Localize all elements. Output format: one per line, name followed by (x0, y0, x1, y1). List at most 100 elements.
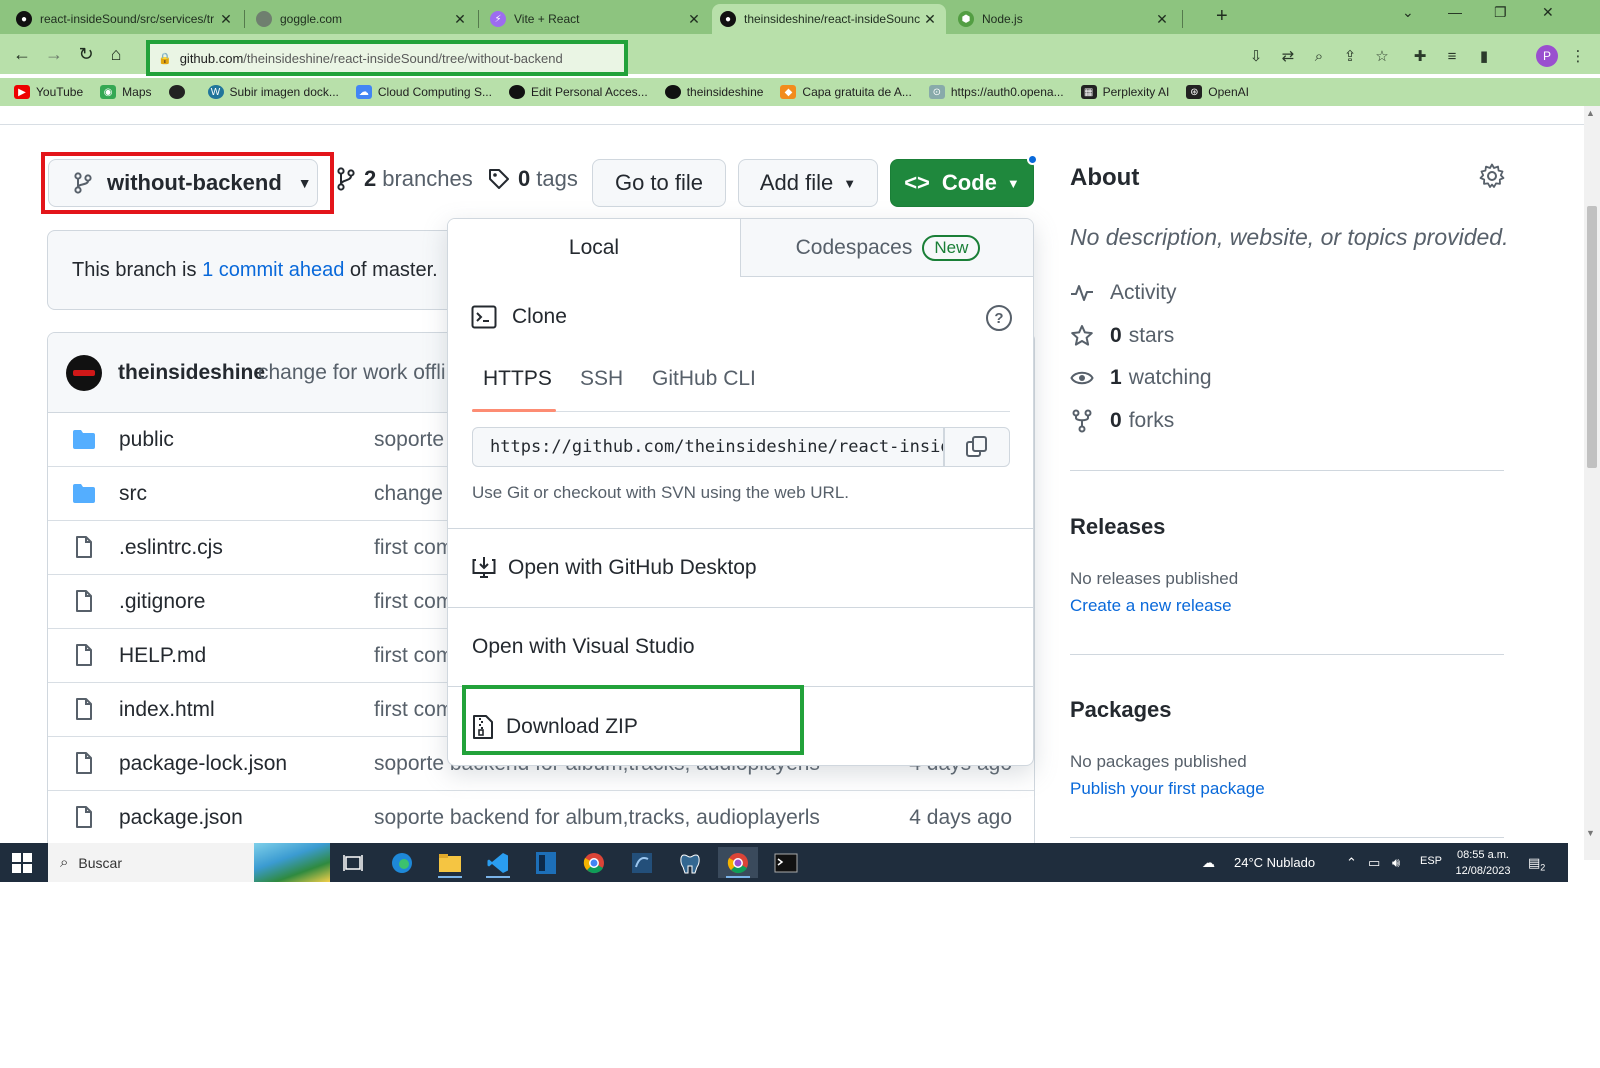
forward-icon[interactable]: → (42, 42, 66, 66)
task-view-icon[interactable] (333, 847, 373, 878)
bookmark-perplexity[interactable]: ▦ Perplexity AI (1080, 85, 1169, 99)
go-to-file-button[interactable]: Go to file (592, 159, 726, 207)
file-name[interactable]: public (119, 428, 174, 452)
close-tab-icon[interactable]: ✕ (452, 11, 468, 28)
weather-icon[interactable]: ☁ (1202, 855, 1215, 871)
restore-icon[interactable]: ❐ (1494, 4, 1507, 21)
tray-chevron-icon[interactable]: ⌃ (1346, 855, 1357, 871)
file-commit-message[interactable]: soporte (374, 428, 444, 452)
taskbar-search[interactable]: ⌕ Buscar (48, 843, 330, 882)
commit-message[interactable]: change for work offli (258, 361, 446, 385)
file-name[interactable]: src (119, 482, 147, 506)
create-release-link[interactable]: Create a new release (1070, 596, 1232, 616)
open-visual-studio-item[interactable]: Open with Visual Studio (472, 635, 695, 659)
browser-tab[interactable]: ⚡ Vite + React ✕ (482, 4, 710, 34)
tab-ssh[interactable]: SSH (580, 367, 623, 391)
media-icon[interactable]: ≡ (1440, 44, 1464, 68)
bookmark-youtube[interactable]: ▶ YouTube (14, 85, 83, 99)
chrome-profile-icon[interactable] (718, 847, 758, 878)
bookmark-wordpress[interactable]: W Subir imagen dock... (207, 85, 339, 99)
commit-ahead-link[interactable]: 1 commit ahead (202, 259, 344, 281)
close-tab-icon[interactable]: ✕ (1154, 11, 1170, 28)
weather-text[interactable]: 24°C Nublado (1234, 855, 1315, 870)
forks-link[interactable]: 0 forks (1070, 409, 1174, 433)
file-explorer-icon[interactable] (430, 847, 470, 878)
new-tab-icon[interactable]: + (1216, 5, 1228, 28)
bookmark-cloud[interactable]: ☁ Cloud Computing S... (355, 85, 492, 99)
close-window-icon[interactable]: ✕ (1542, 4, 1554, 21)
minimize-icon[interactable]: — (1448, 4, 1462, 20)
bookmark-star-icon[interactable]: ☆ (1370, 44, 1394, 68)
branches-link[interactable]: 2 branches (336, 166, 473, 192)
share-icon[interactable]: ⇪ (1338, 44, 1362, 68)
stars-link[interactable]: 0 stars (1070, 324, 1174, 348)
code-button[interactable]: <> Code ▼ (890, 159, 1034, 207)
file-row[interactable]: package.json soporte backend for album,tr… (48, 791, 1034, 845)
question-icon[interactable]: ? (986, 305, 1012, 331)
open-github-desktop-item[interactable]: Open with GitHub Desktop (472, 555, 757, 581)
home-icon[interactable]: ⌂ (104, 42, 128, 66)
packages-title[interactable]: Packages (1070, 697, 1172, 723)
file-name[interactable]: package-lock.json (119, 752, 287, 776)
gear-icon[interactable] (1479, 163, 1505, 189)
side-panel-icon[interactable]: ▮ (1472, 44, 1496, 68)
releases-title[interactable]: Releases (1070, 514, 1165, 540)
terminal-icon[interactable] (766, 847, 806, 878)
add-file-button[interactable]: Add file ▼ (738, 159, 878, 207)
clone-url-input[interactable]: https://github.com/theinsideshine/react-… (472, 427, 944, 467)
tags-link[interactable]: 0 tags (488, 166, 578, 192)
file-commit-message[interactable]: change (374, 482, 443, 506)
profile-avatar[interactable]: P (1536, 45, 1558, 67)
file-commit-message[interactable]: first com (374, 590, 453, 614)
clock[interactable]: 08:55 a.m. 12/08/2023 (1448, 847, 1518, 879)
file-name[interactable]: HELP.md (119, 644, 206, 668)
tab-search-icon[interactable]: ⌄ (1402, 4, 1414, 21)
close-tab-icon[interactable]: ✕ (686, 11, 702, 28)
zoom-icon[interactable]: ⌕ (1307, 44, 1331, 68)
bookmark-theinsideshine[interactable]: theinsideshine (664, 85, 763, 99)
bookmark-maps[interactable]: ◉ Maps (100, 85, 152, 99)
bookmark-auth0[interactable]: ⊙ https://auth0.opena... (928, 85, 1064, 99)
bookmark-aws[interactable]: ◆ Capa gratuita de A... (780, 85, 912, 99)
scrollbar-thumb[interactable] (1587, 206, 1597, 468)
file-name[interactable]: .gitignore (119, 590, 205, 614)
close-tab-icon[interactable]: ✕ (922, 11, 938, 28)
file-name[interactable]: index.html (119, 698, 215, 722)
commit-author[interactable]: theinsideshine (118, 361, 265, 385)
watching-link[interactable]: 1 watching (1070, 366, 1212, 390)
close-tab-icon[interactable]: ✕ (218, 11, 234, 28)
publish-package-link[interactable]: Publish your first package (1070, 779, 1265, 799)
file-commit-message[interactable]: first com (374, 644, 453, 668)
reload-icon[interactable]: ↻ (74, 42, 98, 66)
translate-icon[interactable]: ⇄ (1276, 44, 1300, 68)
address-bar[interactable]: 🔒 github.com/theinsideshine/react-inside… (146, 40, 628, 76)
file-name[interactable]: package.json (119, 806, 243, 830)
bookmark-openai[interactable]: ⊛ OpenAI (1186, 85, 1249, 99)
file-name[interactable]: .eslintrc.cjs (119, 536, 223, 560)
scroll-up-icon[interactable]: ▲ (1586, 108, 1595, 118)
avatar[interactable] (66, 355, 102, 391)
scroll-down-icon[interactable]: ▼ (1586, 828, 1595, 838)
edge-icon[interactable] (382, 847, 422, 878)
extensions-icon[interactable]: ✚ (1408, 44, 1432, 68)
browser-tab[interactable]: ● react-insideSound/src/services/tr ✕ (8, 4, 242, 34)
windows-start-icon[interactable] (12, 853, 32, 873)
file-commit-message[interactable]: soporte backend for album,tracks, audiop… (374, 806, 820, 830)
browser-tab[interactable]: ⬢ Node.js ✕ (950, 4, 1178, 34)
copy-button[interactable] (944, 427, 1010, 467)
tab-local[interactable]: Local (448, 219, 740, 277)
tab-codespaces[interactable]: Codespaces New (740, 219, 1033, 277)
tab-https[interactable]: HTTPS (483, 367, 552, 391)
browser-tab[interactable]: goggle.com ✕ (248, 4, 476, 34)
database-icon[interactable] (622, 847, 662, 878)
vscode-icon[interactable] (478, 847, 518, 878)
network-icon[interactable]: ▭ (1368, 855, 1380, 871)
bookmark-github-token[interactable]: Edit Personal Acces... (508, 85, 648, 99)
language-indicator[interactable]: ESP (1420, 855, 1442, 867)
branch-selector-button[interactable]: without-backend ▼ (48, 159, 318, 207)
activity-link[interactable]: Activity (1070, 281, 1177, 305)
app-icon[interactable] (526, 847, 566, 878)
file-commit-message[interactable]: first com (374, 698, 453, 722)
browser-tab-active[interactable]: ● theinsideshine/react-insideSounc ✕ (712, 4, 946, 34)
chrome-icon[interactable] (574, 847, 614, 878)
